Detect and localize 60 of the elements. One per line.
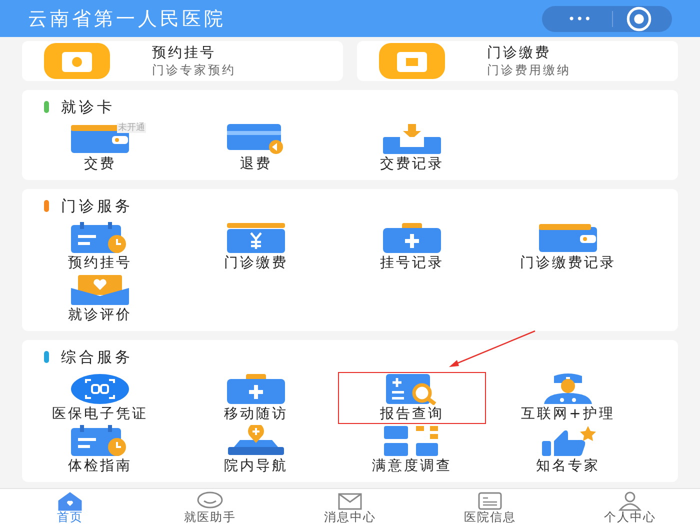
service-item[interactable]: 满意度调查 bbox=[338, 424, 486, 476]
wallet-icon bbox=[538, 223, 598, 253]
service-item[interactable]: 院内导航 bbox=[182, 424, 330, 476]
medical-kit-icon bbox=[226, 373, 286, 405]
service-label: 满意度调查 bbox=[372, 458, 452, 475]
service-item[interactable]: 挂号记录 bbox=[338, 221, 486, 273]
close-icon[interactable] bbox=[626, 6, 652, 32]
service-item[interactable]: 未开通 交费 bbox=[26, 122, 174, 174]
tab-item[interactable]: 首页 bbox=[0, 489, 140, 525]
more-button[interactable]: ••• bbox=[562, 12, 598, 26]
shortcut-subtitle: 门诊费用缴纳 bbox=[487, 62, 571, 78]
service-item[interactable]: 门诊缴费 bbox=[182, 221, 330, 273]
app-title: 云南省第一人民医院 bbox=[28, 6, 226, 32]
map-pin-icon bbox=[226, 425, 286, 457]
shortcut-title: 预约挂号 bbox=[152, 44, 217, 62]
service-item[interactable]: 知名专家 bbox=[494, 424, 642, 476]
service-label: 院内导航 bbox=[224, 458, 288, 475]
shortcut-card[interactable]: 门诊缴费 门诊费用缴纳 bbox=[357, 41, 678, 81]
service-label: 交费 bbox=[84, 156, 116, 173]
tab-item[interactable]: 消息中心 bbox=[280, 489, 420, 525]
service-item[interactable]: 就诊评价 bbox=[26, 273, 174, 325]
service-label: 知名专家 bbox=[536, 458, 600, 475]
medical-kit-icon bbox=[382, 222, 442, 254]
service-item[interactable]: 体检指南 bbox=[26, 424, 174, 476]
tray-icon bbox=[382, 123, 442, 155]
section-title: 综合服务 bbox=[61, 348, 133, 366]
shortcut-card[interactable]: 预约挂号 门诊专家预约 bbox=[22, 41, 343, 81]
section-title: 就诊卡 bbox=[61, 98, 115, 116]
service-label: 退费 bbox=[240, 156, 272, 173]
service-label: 体检指南 bbox=[68, 458, 132, 475]
heart-envelope-icon bbox=[70, 274, 130, 306]
shortcut-subtitle: 门诊专家预约 bbox=[152, 62, 236, 78]
service-label: 互联网+护理 bbox=[521, 406, 615, 423]
card-icon bbox=[226, 123, 286, 155]
tab-item[interactable]: 医院信息 bbox=[420, 489, 560, 525]
service-label: 交费记录 bbox=[380, 156, 444, 173]
highlighted-service-item[interactable]: 报告查询 bbox=[338, 372, 486, 424]
section-title: 门诊服务 bbox=[61, 196, 133, 216]
service-label: 报告查询 bbox=[380, 406, 444, 423]
chat-icon bbox=[195, 490, 225, 510]
scan-icon bbox=[70, 373, 130, 405]
service-label: 就诊评价 bbox=[68, 307, 132, 324]
service-label: 预约挂号 bbox=[68, 255, 132, 272]
service-item[interactable]: 交费记录 bbox=[338, 122, 486, 174]
service-item[interactable]: 医保电子凭证 bbox=[26, 372, 174, 424]
service-label: 医保电子凭证 bbox=[52, 406, 148, 423]
tab-item[interactable]: 就医助手 bbox=[140, 489, 280, 525]
yen-card-icon bbox=[226, 222, 286, 254]
tab-item[interactable]: 个人中心 bbox=[560, 489, 700, 525]
service-label: 门诊缴费 bbox=[224, 255, 288, 272]
service-label: 移动随访 bbox=[224, 406, 288, 423]
service-item[interactable]: 预约挂号 bbox=[26, 221, 174, 273]
status-tag: 未开通 bbox=[117, 123, 146, 133]
service-label: 挂号记录 bbox=[380, 255, 444, 272]
service-label: 门诊缴费记录 bbox=[520, 255, 616, 272]
service-item[interactable]: 门诊缴费记录 bbox=[494, 221, 642, 273]
service-item[interactable]: 退费 bbox=[182, 122, 330, 174]
shortcut-title: 门诊缴费 bbox=[487, 44, 552, 62]
service-item[interactable]: 互联网+护理 bbox=[494, 372, 642, 424]
service-item[interactable]: 移动随访 bbox=[182, 372, 330, 424]
